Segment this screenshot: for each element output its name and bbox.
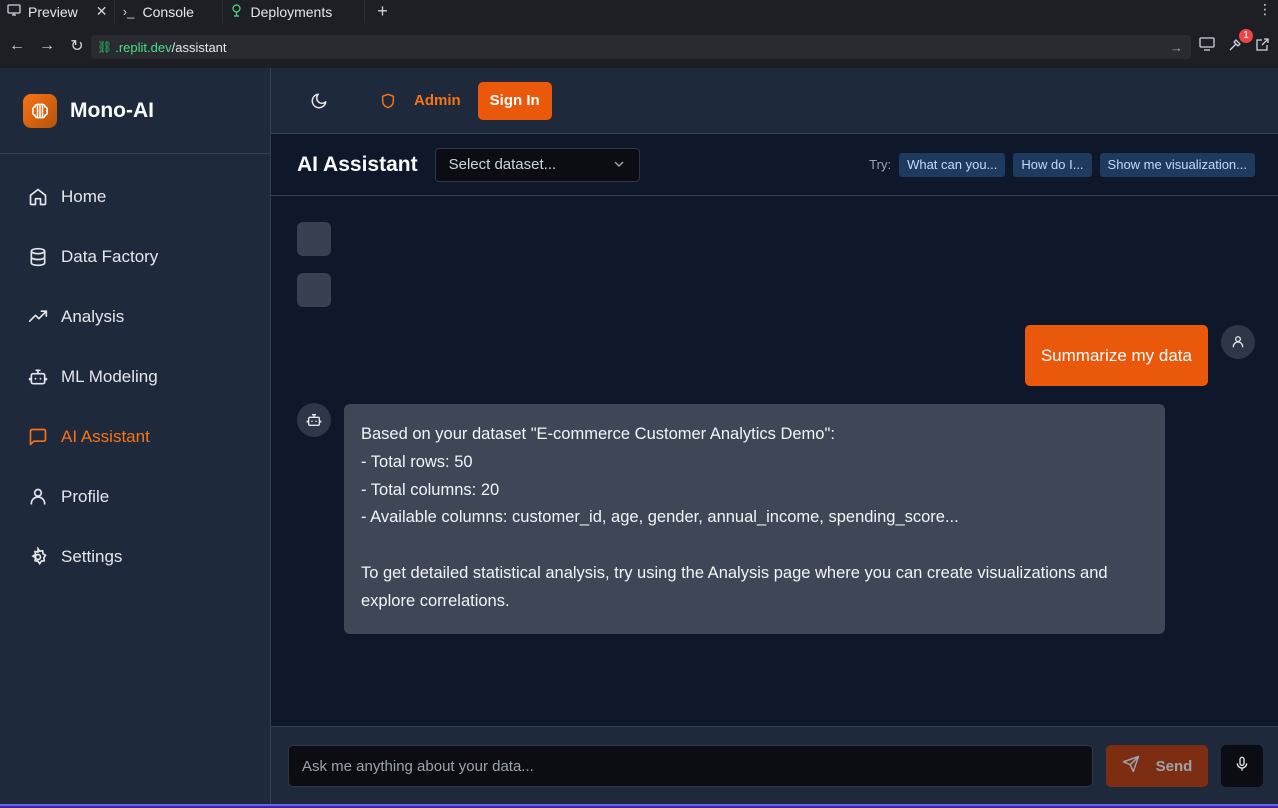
gear-icon [27,546,49,568]
user-icon [27,486,49,508]
forward-arrow-icon[interactable]: → [34,37,60,55]
bot-avatar-icon [297,403,331,437]
sidebar-item-label: Analysis [61,307,125,326]
url-path: /assistant [171,39,227,55]
message-line [361,532,1148,560]
tab-deployments[interactable]: Deployments [223,0,365,23]
brain-icon [23,93,57,128]
suggestion-chip[interactable]: What can you... [899,152,1006,177]
sidebar-item-analysis[interactable]: Analysis [0,287,270,347]
deploy-icon [229,3,245,20]
sidebar-item-label: AI Assistant [61,427,150,446]
url-domain: .replit.dev [115,39,172,55]
message-line: To get detailed statistical analysis, tr… [361,563,1108,610]
brand-name: Mono-AI [70,98,154,122]
sidebar-item-settings[interactable]: Settings [0,527,270,587]
address-bar: ← → ↻ ⛓ .replit.dev /assistant → 1 [0,23,1278,68]
suggestion-chip[interactable]: How do I... [1013,152,1092,177]
assistant-message: Based on your dataset "E-commerce Custom… [344,404,1165,634]
message-square-icon [27,426,49,448]
brand[interactable]: Mono-AI [0,68,270,154]
external-link-icon[interactable] [1255,37,1270,56]
refresh-icon[interactable]: ↻ [64,36,90,56]
mic-icon [1234,755,1250,778]
try-label: Try: [869,157,892,172]
url-field[interactable]: ⛓ .replit.dev /assistant → [91,35,1191,59]
address-bar-actions: 1 [1199,29,1270,56]
tab-preview[interactable]: Preview ✕ [0,0,115,23]
close-icon[interactable]: ✕ [96,3,108,20]
top-header: Admin Sign In [271,68,1278,134]
sidebar-item-label: Settings [61,547,123,566]
message-line: Based on your dataset "E-commerce Custom… [361,425,835,443]
terminal-icon: ›_ [122,4,135,19]
message-line: - Total rows: 50 [361,452,473,471]
suggestion-group: Try: What can you... How do I... Show me… [869,152,1255,177]
tab-label: Console [142,3,194,20]
dataset-select[interactable]: Select dataset... [434,147,640,182]
sidebar-item-label: Profile [61,487,110,506]
sidebar-item-ml-modeling[interactable]: ML Modeling [0,347,270,407]
chat-input[interactable] [288,745,1093,787]
sidebar: Mono-AI Home Data Factory Analysis ML Mo… [0,68,271,808]
more-vertical-icon[interactable]: ⋮ [1258,1,1272,18]
new-tab-button[interactable]: + [365,1,401,22]
window-bottom-border [0,804,1278,808]
microphone-button[interactable] [1221,745,1263,787]
sidebar-item-label: Home [61,187,107,206]
trending-up-icon [27,306,49,328]
sidebar-item-profile[interactable]: Profile [0,467,270,527]
shield-icon [380,92,396,110]
sidebar-item-data-factory[interactable]: Data Factory [0,227,270,287]
sidebar-item-label: ML Modeling [61,367,158,386]
loading-skeleton [297,273,331,307]
browser-tab-bar: Preview ✕ ›_ Console Deployments + ⋮ [0,0,1278,23]
sidebar-menu: Home Data Factory Analysis ML Modeling A… [0,154,270,587]
tab-label: Preview [28,3,78,20]
sidebar-item-ai-assistant[interactable]: AI Assistant [0,407,270,467]
admin-label: Admin [414,92,461,109]
send-icon [1122,755,1140,777]
chat-input-bar: Send [271,726,1278,804]
chevron-down-icon [613,157,625,175]
devtools-icon[interactable]: 1 [1227,29,1253,56]
message-line: - Available columns: customer_id, age, g… [361,508,959,527]
assistant-toolbar: AI Assistant Select dataset... Try: What… [271,134,1278,196]
moon-icon[interactable] [308,90,330,112]
send-button[interactable]: Send [1106,745,1208,787]
go-arrow-icon[interactable]: → [1170,40,1183,55]
link-icon: ⛓ [97,40,113,54]
dataset-select-value: Select dataset... [448,156,557,173]
message-line: - Total columns: 20 [361,480,500,499]
tab-console[interactable]: ›_ Console [115,0,223,23]
sign-in-button[interactable]: Sign In [477,81,552,120]
bot-icon [27,366,49,388]
notification-badge: 1 [1239,29,1253,43]
device-icon[interactable] [1199,37,1215,56]
home-icon [27,186,49,208]
user-message: Summarize my data [1024,325,1208,386]
suggestion-chip[interactable]: Show me visualization... [1099,152,1255,177]
sidebar-item-label: Data Factory [61,247,159,266]
loading-skeleton [297,222,331,256]
send-label: Send [1155,757,1193,775]
monitor-icon [6,4,22,19]
sidebar-item-home[interactable]: Home [0,167,270,227]
tab-label: Deployments [250,3,333,20]
chat-area: Summarize my data Based on your dataset … [271,196,1278,726]
admin-link[interactable]: Admin [380,92,461,110]
page-title: AI Assistant [297,152,418,176]
back-arrow-icon[interactable]: ← [4,37,30,55]
database-icon [27,246,49,268]
user-avatar-icon [1221,325,1255,359]
